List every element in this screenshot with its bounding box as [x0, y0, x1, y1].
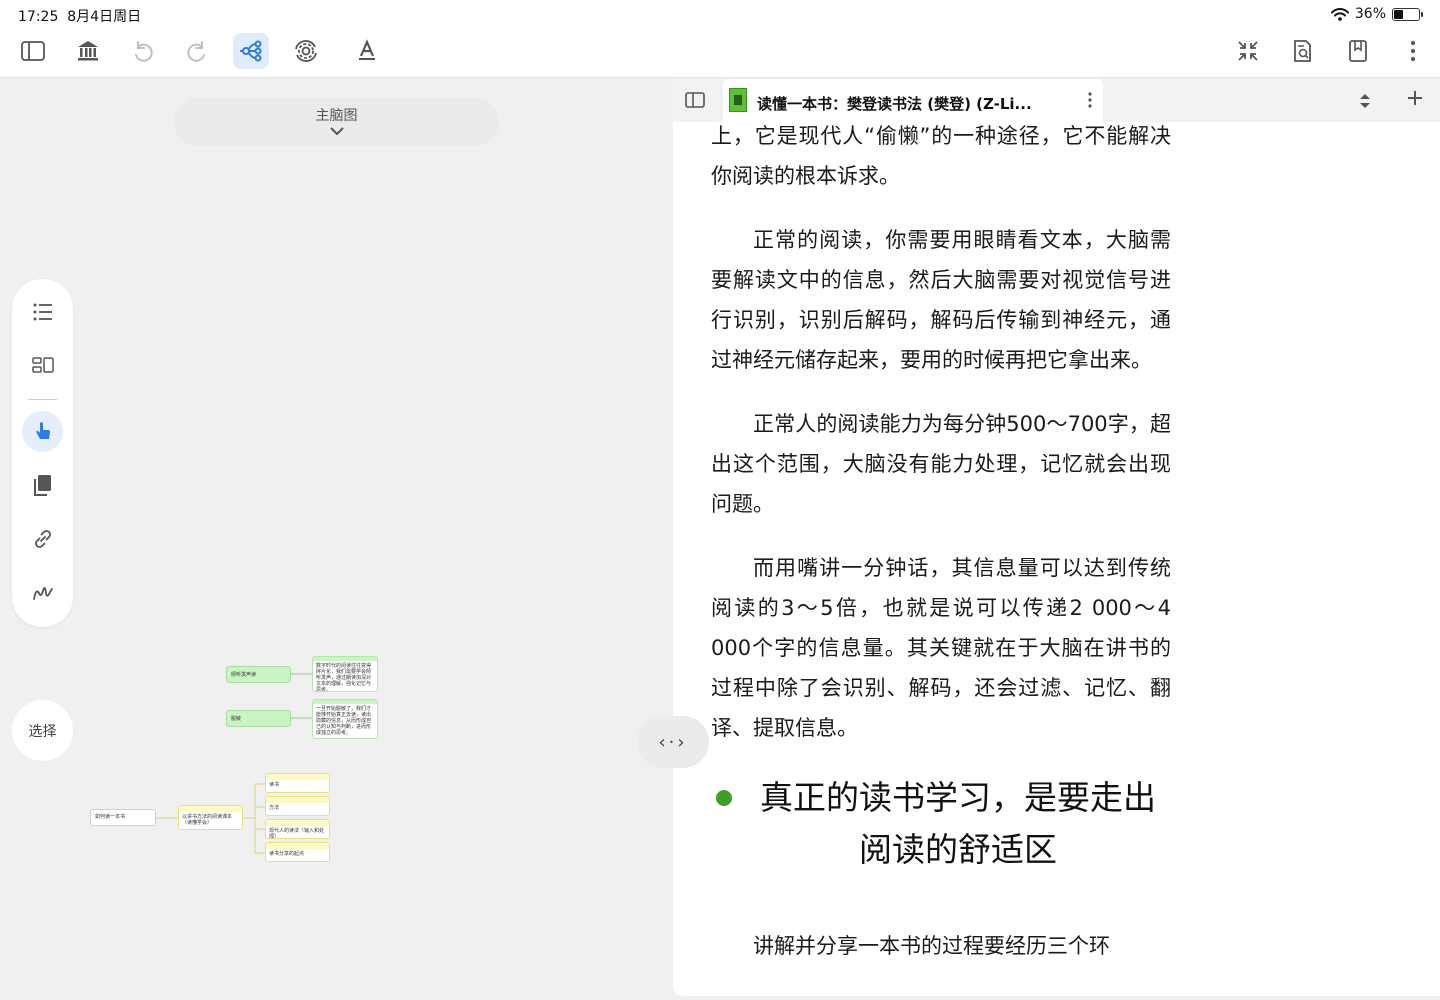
mindmap-child-node[interactable]: 方法	[265, 796, 330, 816]
redo-icon	[187, 41, 205, 62]
paragraph: 上，它是现代人“偷懒”的一种途径，它不能解决你阅读的根本诉求。	[711, 124, 1171, 188]
battery-percent: 36%	[1354, 6, 1386, 22]
tab-more-icon[interactable]	[1087, 91, 1093, 109]
mindmap-note[interactable]: 数字时代的阅读往往变得碎片化，我们需要学会倾听发声，通过朗读加深对文本的理解，强…	[312, 656, 378, 692]
sync-button[interactable]	[288, 33, 324, 69]
paragraph: 讲解并分享一本书的过程要经历三个环	[753, 934, 1110, 958]
tab-title: 读懂一本书：樊登读书法 (樊登) (Z-Li...	[757, 95, 1032, 113]
split-view-icon[interactable]	[685, 91, 705, 109]
book-page[interactable]: 上，它是现代人“偷懒”的一种途径，它不能解决你阅读的根本诉求。 正常的阅读，你需…	[711, 122, 1171, 970]
tab-book[interactable]: 读懂一本书：樊登读书法 (樊登) (Z-Li...	[723, 79, 1103, 122]
mindmap-branch-node[interactable]: 以讲书方法的阅读课本（读懂学会）	[178, 805, 243, 830]
bookmark-button[interactable]	[1340, 33, 1376, 69]
text-style-icon	[359, 39, 375, 60]
paragraph: 正常的阅读，你需要用眼睛看文本，大脑需要解读文中的信息，然后大脑需要对视觉信号进…	[711, 228, 1171, 372]
tab-bar: 读懂一本书：樊登读书法 (樊登) (Z-Li...	[673, 79, 1440, 122]
paragraph: 而用嘴讲一分钟话，其信息量可以达到传统阅读的3～5倍，也就是说可以传递2 000…	[711, 556, 1171, 740]
bullet-dot-icon	[716, 790, 732, 806]
mindmap-canvas[interactable]: 主脑图 选择 倾听发声读 数字时代的阅读往往变得碎片化，我们需要学会倾听发声，通…	[0, 79, 673, 1000]
top-toolbar: 17:25 8月4日周日 36%	[0, 0, 1440, 78]
pane-splitter-handle[interactable]: ‹·›	[637, 716, 709, 768]
battery-fill	[1394, 9, 1403, 19]
collapse-icon	[1238, 41, 1258, 61]
status-time: 17:25 8月4日周日	[18, 9, 142, 25]
mindmap: 倾听发声读 数字时代的阅读往往变得碎片化，我们需要学会倾听发声，通过朗读加深对文…	[0, 79, 673, 1000]
mindmap-button[interactable]	[233, 33, 269, 69]
redo-button[interactable]	[179, 33, 215, 69]
library-icon	[78, 41, 98, 61]
bookmark-icon	[1349, 40, 1367, 62]
book-text: 上，它是现代人“偷懒”的一种途径，它不能解决你阅读的根本诉求。 正常的阅读，你需…	[711, 122, 1171, 966]
wifi-icon	[1330, 7, 1349, 21]
reader-pane: 读懂一本书：樊登读书法 (樊登) (Z-Li... 上，它是现代人“偷懒”的一种…	[673, 79, 1440, 996]
more-icon	[1411, 41, 1415, 61]
undo-icon	[135, 41, 153, 62]
sidebar-icon	[21, 41, 45, 61]
mindmap-note[interactable]: 一旦开始脱敏了，我们才能够开始真正去读，读出隐藏的信息，从而形成自己的认知与判断…	[312, 699, 378, 739]
battery-icon	[1392, 7, 1423, 21]
mindmap-child-node[interactable]: 读书分享的起点	[265, 842, 330, 862]
sidebar-toggle-button[interactable]	[15, 33, 51, 69]
collapse-button[interactable]	[1230, 33, 1266, 69]
mindmap-connectors	[156, 673, 312, 854]
mindmap-node-green[interactable]: 倾听发声读	[226, 666, 291, 683]
undo-button[interactable]	[125, 33, 161, 69]
text-style-button[interactable]	[349, 33, 385, 69]
mindmap-node-green[interactable]: 脱敏	[226, 710, 291, 727]
library-button[interactable]	[70, 33, 106, 69]
paragraph: 正常人的阅读能力为每分钟500～700字，超出这个范围，大脑没有能力处理，记忆就…	[711, 412, 1171, 516]
status-date: 8月4日周日	[67, 9, 142, 25]
status-indicators: 36%	[1330, 6, 1423, 22]
mindmap-child-node[interactable]: 读书	[265, 773, 330, 793]
document-search-icon	[1294, 40, 1311, 62]
mindmap-icon	[240, 40, 262, 62]
sort-icon[interactable]	[1357, 91, 1373, 111]
section-heading: 真正的读书学习，是要走出 阅读的舒适区	[711, 772, 1171, 876]
document-search-button[interactable]	[1284, 33, 1320, 69]
mindmap-root-node[interactable]: 如何读一本书	[90, 809, 156, 826]
book-cover-icon	[729, 88, 747, 112]
refresh-gear-icon	[295, 40, 317, 62]
add-tab-icon[interactable]	[1406, 89, 1424, 107]
mindmap-child-node[interactable]: 现代人的读法（输入和处理）	[265, 819, 330, 839]
more-button[interactable]	[1395, 33, 1431, 69]
